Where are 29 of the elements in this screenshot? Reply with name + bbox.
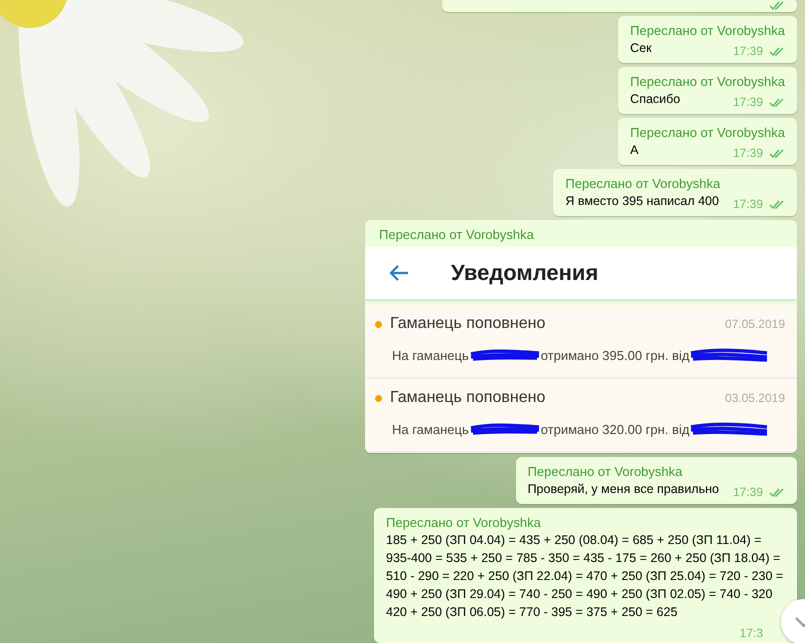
forwarded-label: Переслано от Vorobyshka <box>386 514 542 531</box>
notification-title: Гаманець поповнено <box>390 389 546 407</box>
message-text: Я вместо 395 написал 400 <box>565 193 719 210</box>
forwarded-label: Переслано от Vorobyshka <box>630 73 785 90</box>
notification-text: отримано 320.00 грн. від <box>540 422 690 436</box>
notification-date: 07.05.2019 <box>724 317 785 331</box>
forwarded-label: Переслано от Vorobyshka <box>630 22 785 39</box>
back-arrow-icon <box>389 265 409 281</box>
message-text: А <box>630 142 639 159</box>
message-time: 17:39 <box>732 146 763 160</box>
forwarded-label: Переслано от Vorobyshka <box>630 124 785 141</box>
message-time: 17:39 <box>732 485 763 499</box>
message-time: 17:39 <box>732 197 763 211</box>
notification-text: отримано 395.00 грн. від <box>540 348 690 362</box>
message-time: 17:39 <box>732 44 763 58</box>
notification-title: Гаманець поповнено <box>390 315 546 333</box>
notification-date: 03.05.2019 <box>724 391 785 405</box>
message-time: 17:3 <box>740 626 763 640</box>
forwarded-label: Переслано от Vorobyshka <box>378 226 535 244</box>
forwarded-label: Переслано от Vorobyshka <box>528 463 684 480</box>
notification-text: На гаманець <box>392 422 469 436</box>
message-text: 185 + 250 (ЗП 04.04) = 435 + 250 (08.04) = 685 + 250 (ЗП 11.04) = 935-400 = 535 + 250 = 785 - 350 = 435 - 175 = 260 + 250 (ЗП 18.04) = 510 - 290 = 220 + 250 (ЗП 22.04) = 470 + 250 (ЗП 25.04) = 720 - 230 = 490 + 250 (ЗП 29.04) = 740 - 250 = 490 + 250 (ЗП 02.05) = 740 - 320 420 + 250 (ЗП 06.05) = 770 - 395 = 375 + 250 = 625 <box>386 532 784 621</box>
message-text: Спасибо <box>630 91 680 108</box>
screen-title: Уведомления <box>451 260 598 286</box>
message-time: 17:39 <box>732 95 763 109</box>
message-text: Проверяй, у меня все правильно <box>528 481 719 498</box>
forwarded-label: Переслано от Vorobyshka <box>565 175 722 192</box>
message-text: Сек <box>630 40 652 57</box>
notification-text: На гаманець <box>392 348 469 362</box>
